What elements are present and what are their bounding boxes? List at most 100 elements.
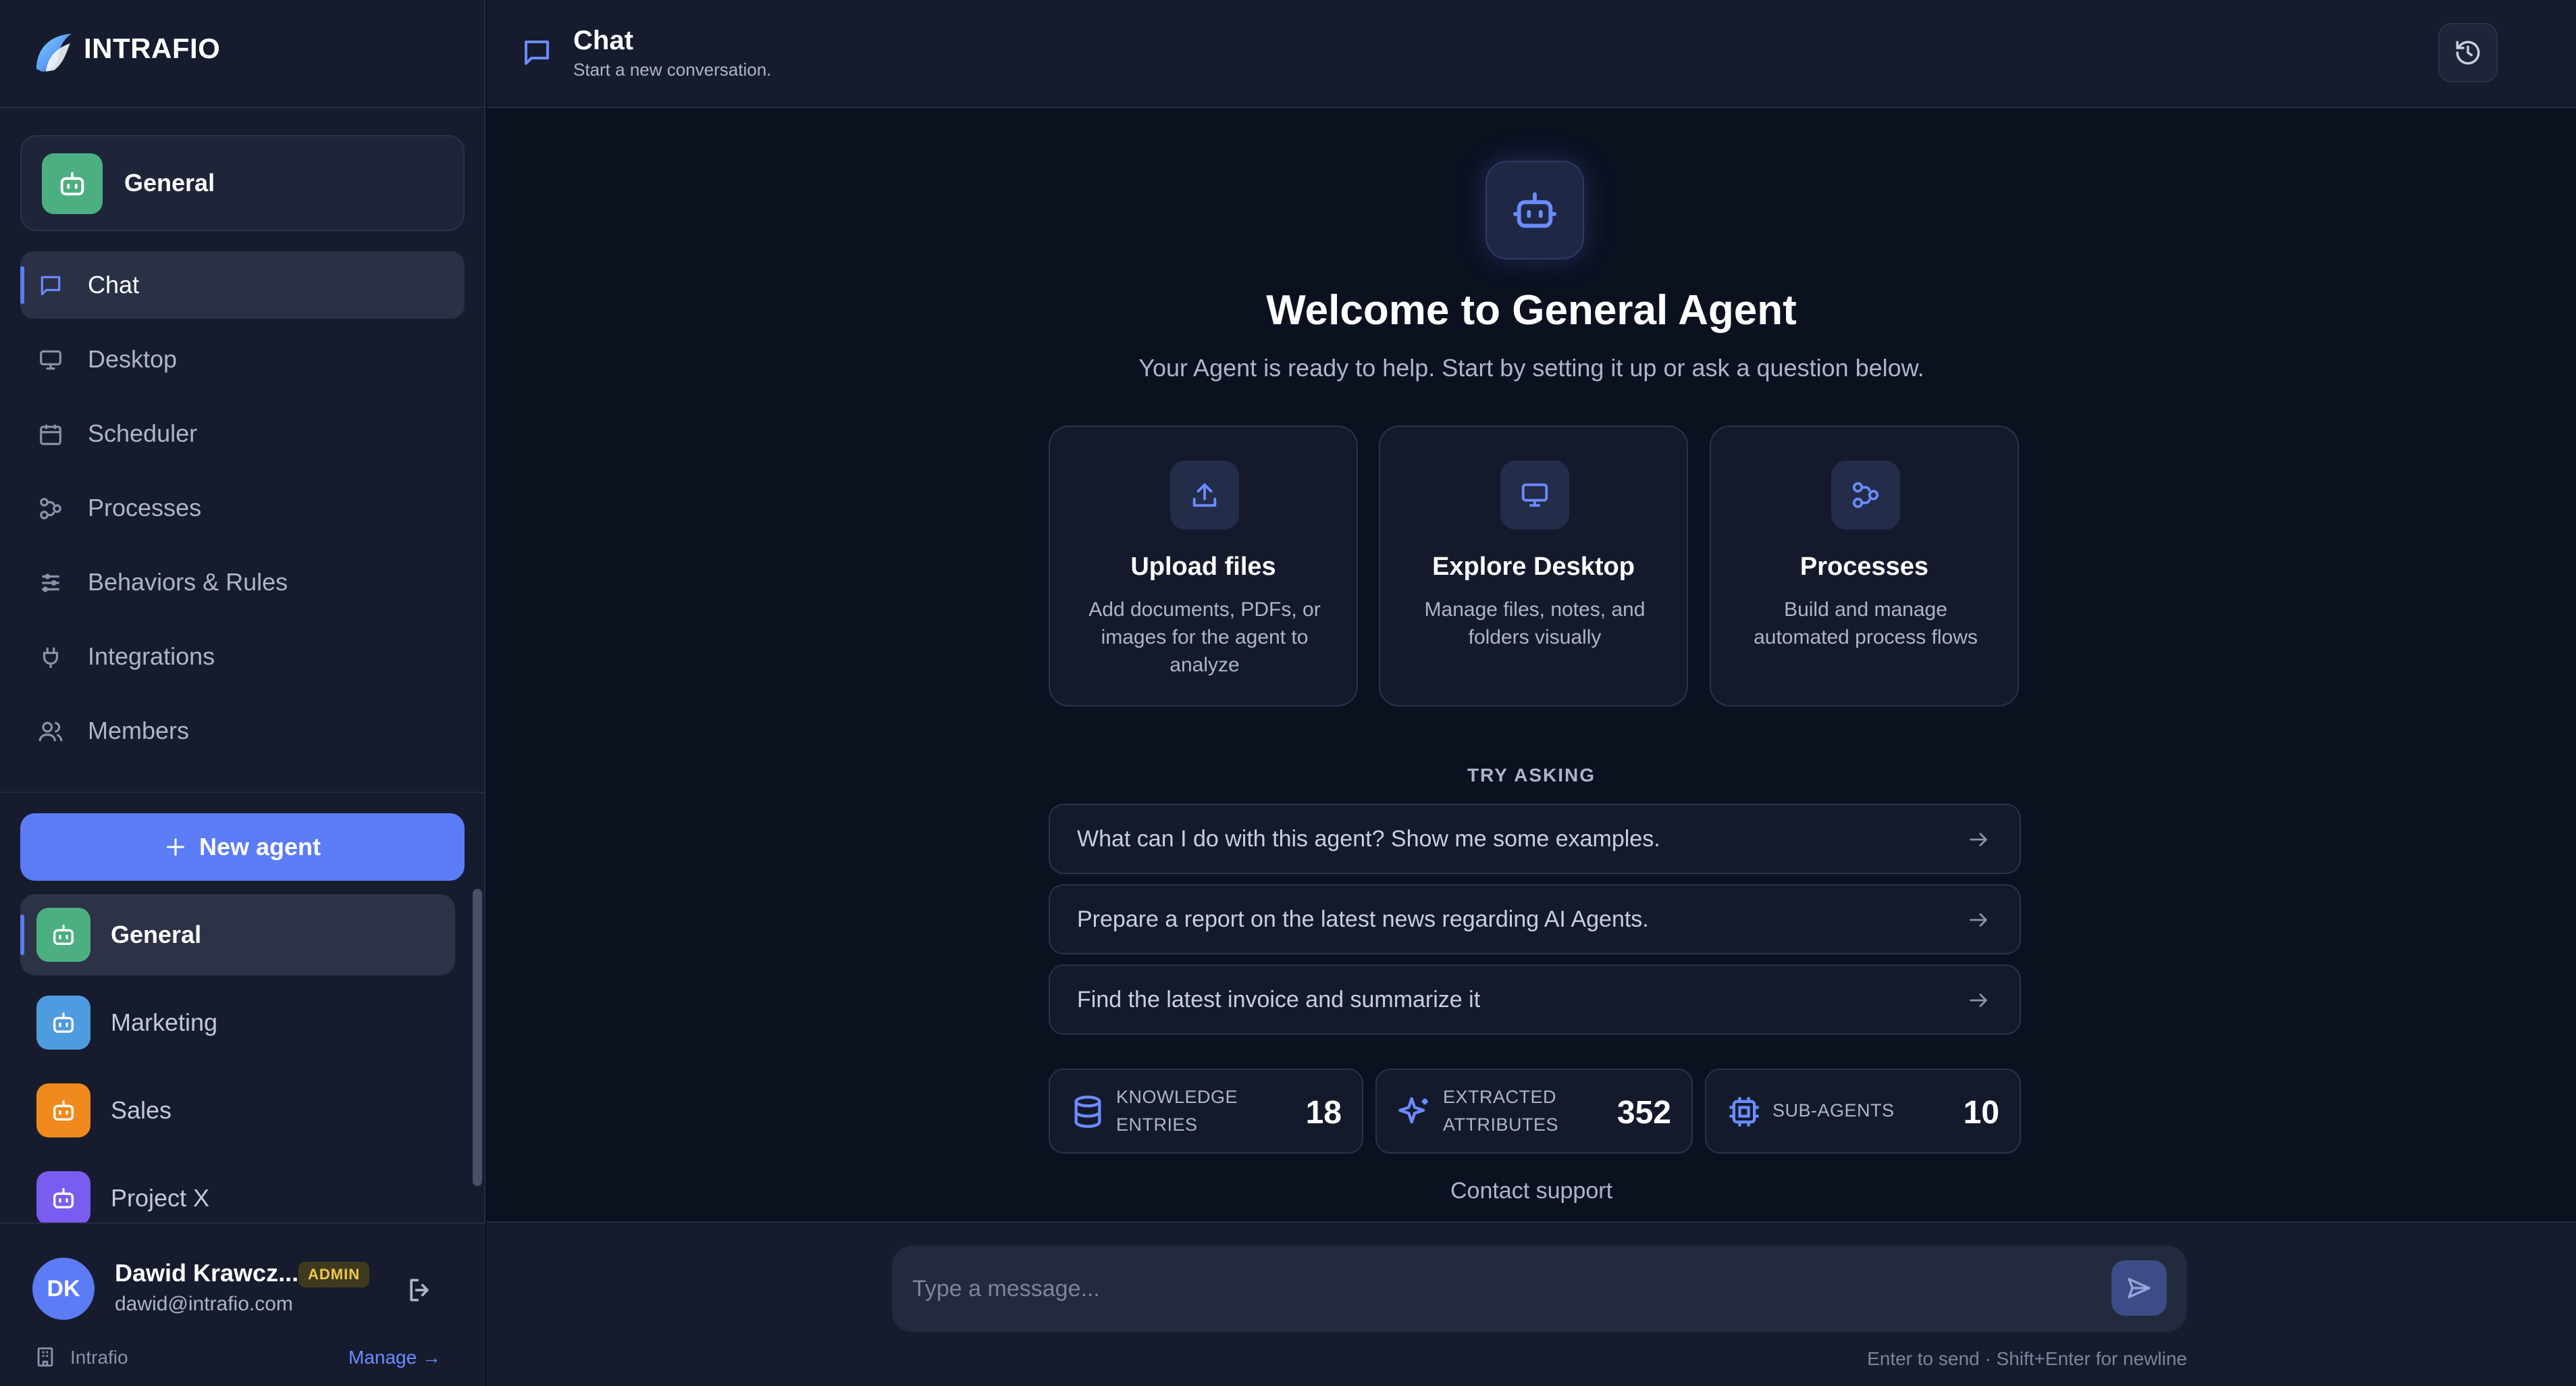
stat-sub-agents[interactable]: SUB-AGENTS 10 xyxy=(1705,1069,2021,1154)
workflow-icon xyxy=(1831,461,1900,530)
page-subtitle: Start a new conversation. xyxy=(573,59,772,80)
nav-item-chat[interactable]: Chat xyxy=(20,251,465,319)
composer: Enter to send · Shift+Enter for newline xyxy=(487,1221,2576,1386)
nav-label: Chat xyxy=(88,271,140,299)
stat-value: 10 xyxy=(1963,1095,1999,1131)
welcome-title: Welcome to General Agent xyxy=(1266,287,1797,334)
agent-item-sales[interactable]: Sales xyxy=(20,1070,455,1151)
current-agent-name: General xyxy=(124,169,215,197)
prompt-text: Prepare a report on the latest news rega… xyxy=(1077,906,1649,932)
stat-label: EXTRACTED xyxy=(1443,1087,1557,1107)
chat-icon xyxy=(525,41,549,65)
stat-extracted-attributes[interactable]: EXTRACTED ATTRIBUTES 352 xyxy=(1375,1069,1693,1154)
chip-icon xyxy=(1729,1097,1759,1127)
stat-value: 352 xyxy=(1616,1095,1671,1131)
stat-label: KNOWLEDGE xyxy=(1116,1087,1238,1107)
bot-icon xyxy=(36,996,90,1050)
nav-item-processes[interactable]: Processes xyxy=(20,474,465,542)
upload-icon xyxy=(1170,461,1239,530)
user-name: Dawid Krawcz... xyxy=(115,1259,299,1287)
prompt-text: Find the latest invoice and summarize it xyxy=(1077,986,1481,1012)
top-header: Chat Start a new conversation. xyxy=(487,0,2576,108)
arrow-right-icon xyxy=(1970,994,1987,1007)
agent-list: General Marketing Sales Project X xyxy=(20,894,455,1246)
stat-label: ENTRIES xyxy=(1116,1114,1198,1135)
suggested-prompt[interactable]: What can I do with this agent? Show me s… xyxy=(1049,804,2021,874)
calendar-icon xyxy=(40,424,61,445)
stat-label: ATTRIBUTES xyxy=(1443,1114,1559,1135)
stat-knowledge-entries[interactable]: KNOWLEDGE ENTRIES 18 xyxy=(1049,1069,1363,1154)
agent-list-scrollbar[interactable] xyxy=(473,889,482,1186)
history-icon xyxy=(2456,41,2480,65)
user-email: dawid@intrafio.com xyxy=(115,1293,293,1315)
nav-label: Behaviors & Rules xyxy=(88,568,288,596)
current-agent-card[interactable]: General xyxy=(20,135,465,231)
user-panel: DK Dawid Krawcz... ADMIN dawid@intrafio.… xyxy=(0,1223,485,1386)
bot-icon xyxy=(1486,161,1584,259)
welcome-subtitle: Your Agent is ready to help. Start by se… xyxy=(1138,354,1924,382)
agent-item-general[interactable]: General xyxy=(20,894,455,975)
nav-item-members[interactable]: Members xyxy=(20,697,465,765)
workflow-icon xyxy=(40,498,61,519)
feature-card-desktop[interactable]: Explore Desktop Manage files, notes, and… xyxy=(1379,426,1688,707)
building-icon xyxy=(37,1347,53,1367)
arrow-right-icon xyxy=(1970,833,1987,846)
message-box xyxy=(892,1246,2187,1332)
monitor-icon xyxy=(40,350,61,370)
history-button[interactable] xyxy=(2438,23,2498,82)
stat-value: 18 xyxy=(1305,1095,1342,1131)
feature-title: Upload files xyxy=(1130,553,1276,581)
logo-bar: INTRAFIO xyxy=(0,0,485,108)
bot-icon xyxy=(36,1171,90,1225)
nav-label: Members xyxy=(88,717,190,744)
try-asking-label: TRY ASKING xyxy=(1467,765,1596,786)
send-button[interactable] xyxy=(2111,1260,2167,1316)
role-badge: ADMIN xyxy=(298,1262,370,1287)
logout-icon[interactable] xyxy=(405,1275,435,1305)
page-title: Chat xyxy=(573,26,633,55)
feature-desc: Add documents, PDFs, or images for the a… xyxy=(1088,598,1321,676)
agent-item-marketing[interactable]: Marketing xyxy=(20,982,455,1063)
new-agent-button[interactable]: New agent xyxy=(20,813,465,881)
feature-desc: Manage files, notes, and folders visuall… xyxy=(1424,598,1646,648)
sidebar: INTRAFIO General Chat Desktop Scheduler … xyxy=(0,0,485,1386)
agent-name: General xyxy=(111,921,202,948)
sparkle-icon xyxy=(1398,1097,1428,1124)
nav-item-scheduler[interactable]: Scheduler xyxy=(20,400,465,467)
manage-link[interactable]: Manage → xyxy=(348,1347,441,1368)
feature-card-upload[interactable]: Upload files Add documents, PDFs, or ima… xyxy=(1049,426,1358,707)
sidebar-divider xyxy=(0,792,485,793)
plus-icon xyxy=(167,838,184,856)
app-name: INTRAFIO xyxy=(84,32,221,64)
message-input[interactable] xyxy=(912,1271,2060,1306)
suggested-prompt[interactable]: Prepare a report on the latest news rega… xyxy=(1049,884,2021,954)
stat-label: SUB-AGENTS xyxy=(1772,1100,1895,1121)
nav-item-integrations[interactable]: Integrations xyxy=(20,623,465,690)
nav-label: Scheduler xyxy=(88,419,198,447)
chat-main: Welcome to General Agent Your Agent is r… xyxy=(487,109,2576,1221)
composer-hint: Enter to send · Shift+Enter for newline xyxy=(1867,1348,2187,1369)
prompt-text: What can I do with this agent? Show me s… xyxy=(1077,825,1660,852)
org-name: Intrafio xyxy=(70,1347,128,1368)
feature-title: Explore Desktop xyxy=(1432,553,1635,581)
contact-support-link[interactable]: Contact support xyxy=(487,1178,2576,1204)
plug-icon xyxy=(43,647,59,668)
avatar[interactable]: DK xyxy=(32,1258,95,1320)
feature-title: Processes xyxy=(1799,553,1929,581)
agent-name: Sales xyxy=(111,1096,172,1124)
bot-icon xyxy=(42,153,103,214)
intrafio-logo-icon xyxy=(36,34,72,72)
monitor-icon xyxy=(1500,461,1569,530)
new-agent-label: New agent xyxy=(199,833,321,861)
feature-card-processes[interactable]: Processes Build and manage automated pro… xyxy=(1710,426,2019,707)
users-icon xyxy=(38,721,63,742)
nav-label: Processes xyxy=(88,494,202,521)
nav-item-desktop[interactable]: Desktop xyxy=(20,326,465,393)
nav-label: Integrations xyxy=(88,642,215,670)
database-icon xyxy=(1074,1096,1101,1128)
nav-item-behaviors[interactable]: Behaviors & Rules xyxy=(20,548,465,616)
send-icon xyxy=(2128,1278,2151,1298)
suggested-prompt[interactable]: Find the latest invoice and summarize it xyxy=(1049,965,2021,1035)
nav-label: Desktop xyxy=(88,345,178,373)
agent-name: Project X xyxy=(111,1184,210,1212)
